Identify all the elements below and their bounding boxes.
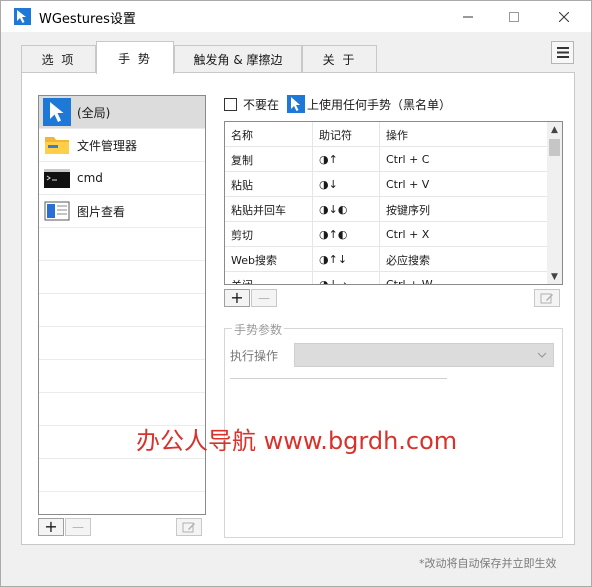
table-header: 名称 助记符 操作: [225, 122, 547, 147]
table-row[interactable]: 粘贴 ◑↓ Ctrl + V: [225, 172, 547, 197]
add-app-button[interactable]: +: [38, 518, 64, 536]
app-item-file-manager[interactable]: 文件管理器: [39, 129, 205, 162]
hamburger-menu-icon: [556, 47, 569, 58]
tab-options[interactable]: 选 项: [21, 45, 96, 73]
gesture-params-legend: 手势参数: [232, 321, 285, 338]
window-title: WGestures设置: [39, 12, 136, 27]
exec-action-select[interactable]: [294, 343, 554, 367]
app-item-image-viewer[interactable]: 图片查看: [39, 195, 205, 228]
row-action: Ctrl + W: [386, 278, 433, 285]
app-item-global[interactable]: (全局): [39, 96, 205, 129]
row-mnemonic: ◑↑↓: [313, 247, 380, 272]
app-item-cmd[interactable]: cmd: [39, 162, 205, 195]
tab-trigger-corners[interactable]: 触发角 & 摩擦边: [174, 45, 302, 73]
app-item-label: (全局): [77, 105, 111, 120]
empty-list-row: [39, 228, 205, 261]
edit-icon: [182, 522, 195, 533]
row-name: 粘贴并回车: [225, 197, 313, 222]
row-name: 粘贴: [225, 172, 313, 197]
column-header-action[interactable]: 操作: [380, 122, 547, 147]
cursor-icon: [43, 98, 71, 126]
empty-list-row: [39, 294, 205, 327]
row-mnemonic: ◑↓◐: [313, 197, 380, 222]
row-action: 按键序列: [386, 203, 430, 217]
edit-app-button[interactable]: [176, 518, 202, 536]
empty-list-row: [39, 492, 205, 514]
table-row[interactable]: 关闭 ◑↓→ Ctrl + W: [225, 272, 547, 285]
folder-icon: [45, 137, 69, 154]
edit-gesture-button[interactable]: [534, 289, 560, 307]
tab-about[interactable]: 关 于: [302, 45, 377, 73]
table-row[interactable]: 剪切 ◑↑◐ Ctrl + X: [225, 222, 547, 247]
add-gesture-button[interactable]: +: [224, 289, 250, 307]
maximize-button[interactable]: [491, 1, 537, 32]
wgestures-app-icon: [14, 8, 31, 25]
close-button[interactable]: [541, 1, 587, 32]
blacklist-text-after: 上使用任何手势（黑名单）: [307, 97, 452, 112]
row-action: Ctrl + X: [386, 228, 430, 241]
image-viewer-icon: [44, 201, 70, 221]
autosave-note: *改动将自动保存并立即生效: [419, 557, 557, 570]
row-action: Ctrl + V: [386, 178, 430, 191]
table-row[interactable]: 粘贴并回车 ◑↓◐ 按键序列: [225, 197, 547, 222]
settings-window: WGestures设置 选 项 手 势 触发角 & 摩擦边 关 于 (全局) 文…: [0, 0, 592, 587]
remove-app-button[interactable]: —: [65, 518, 91, 536]
row-action: 必应搜索: [386, 253, 430, 267]
row-mnemonic: ◑↑◐: [313, 222, 380, 247]
edit-icon: [540, 293, 553, 304]
scroll-down-icon[interactable]: ▼: [547, 269, 562, 284]
empty-list-row: [39, 261, 205, 294]
table-row[interactable]: Web搜索 ◑↑↓ 必应搜索: [225, 247, 547, 272]
terminal-icon: [44, 169, 70, 188]
chevron-down-icon: [537, 352, 547, 358]
gestures-panel: (全局) 文件管理器 cmd 图片查看 + — 不要在 上使用任何手势（黑名单）…: [21, 72, 575, 545]
column-header-mnemonic[interactable]: 助记符: [313, 122, 380, 147]
scroll-thumb[interactable]: [549, 139, 560, 156]
cursor-icon: [287, 95, 306, 113]
blacklist-checkbox[interactable]: [224, 97, 237, 111]
app-item-label: cmd: [77, 171, 103, 185]
exec-action-label: 执行操作: [230, 349, 279, 363]
title-bar[interactable]: WGestures设置: [1, 1, 591, 32]
table-scrollbar[interactable]: ▲ ▼: [547, 122, 562, 284]
column-header-name[interactable]: 名称: [225, 122, 313, 147]
empty-list-row: [39, 360, 205, 393]
maximize-icon: [509, 11, 519, 22]
minimize-icon: [463, 16, 473, 17]
tab-bar: 选 项 手 势 触发角 & 摩擦边 关 于: [1, 41, 591, 74]
row-name: 复制: [225, 147, 313, 172]
watermark-text: 办公人导航 www.bgrdh.com: [136, 427, 458, 455]
app-item-label: 图片查看: [77, 204, 126, 219]
row-mnemonic: ◑↓: [313, 172, 380, 197]
blacklist-text-before: 不要在: [243, 97, 280, 112]
tab-gestures[interactable]: 手 势: [96, 41, 174, 74]
row-name: Web搜索: [225, 247, 313, 272]
empty-list-row: [39, 459, 205, 492]
menu-button[interactable]: [551, 41, 574, 64]
row-action: Ctrl + C: [386, 153, 430, 166]
minimize-button[interactable]: [445, 1, 491, 32]
app-item-label: 文件管理器: [77, 138, 138, 153]
blacklist-option[interactable]: 不要在 上使用任何手势（黑名单）: [224, 94, 451, 114]
row-mnemonic: ◑↑: [313, 147, 380, 172]
remove-gesture-button[interactable]: —: [251, 289, 277, 307]
row-name: 剪切: [225, 222, 313, 247]
row-name: 关闭: [225, 272, 313, 284]
close-icon: [559, 11, 569, 22]
params-separator: [230, 378, 447, 379]
row-mnemonic: ◑↓→: [313, 272, 380, 284]
scroll-up-icon[interactable]: ▲: [547, 122, 562, 137]
empty-list-row: [39, 327, 205, 360]
gesture-table[interactable]: 名称 助记符 操作 复制 ◑↑ Ctrl + C 粘贴 ◑↓ Ctrl + V …: [224, 121, 563, 285]
table-row[interactable]: 复制 ◑↑ Ctrl + C: [225, 147, 547, 172]
